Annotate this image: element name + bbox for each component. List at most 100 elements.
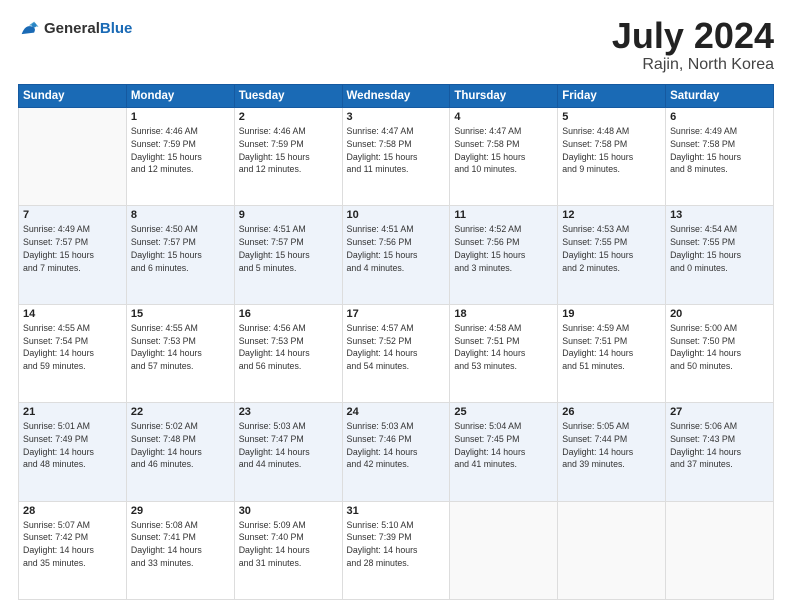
header-wednesday: Wednesday [342, 85, 450, 108]
header-thursday: Thursday [450, 85, 558, 108]
calendar-week-1: 1Sunrise: 4:46 AM Sunset: 7:59 PM Daylig… [19, 108, 774, 206]
day-number: 11 [454, 209, 553, 221]
day-number: 25 [454, 406, 553, 418]
day-info: Sunrise: 5:03 AM Sunset: 7:47 PM Dayligh… [239, 420, 338, 471]
day-info: Sunrise: 4:58 AM Sunset: 7:51 PM Dayligh… [454, 322, 553, 373]
table-row: 20 Sunrise: 5:00 AM Sunset: 7:50 PM Dayli… [666, 304, 774, 402]
day-info: Sunrise: 4:53 AM Sunset: 7:55 PM Dayligh… [562, 223, 661, 274]
day-number: 9 [239, 209, 338, 221]
table-row: 26Sunrise: 5:05 AM Sunset: 7:44 PM Dayli… [558, 403, 666, 501]
header-monday: Monday [126, 85, 234, 108]
day-number: 26 [562, 406, 661, 418]
table-row: 2Sunrise: 4:46 AM Sunset: 7:59 PM Daylig… [234, 108, 342, 206]
table-row: 1Sunrise: 4:46 AM Sunset: 7:59 PM Daylig… [126, 108, 234, 206]
calendar-week-4: 21Sunrise: 5:01 AM Sunset: 7:49 PM Dayli… [19, 403, 774, 501]
table-row: 10 Sunrise: 4:51 AM Sunset: 7:56 PM Dayli… [342, 206, 450, 304]
day-info: Sunrise: 4:56 AM Sunset: 7:53 PM Dayligh… [239, 322, 338, 373]
title-block: July 2024 Rajin, North Korea [612, 18, 774, 74]
day-number: 19 [562, 308, 661, 320]
logo-text: GeneralBlue [44, 20, 132, 38]
day-number: 4 [454, 111, 553, 123]
logo-icon [18, 18, 40, 40]
day-number: 3 [347, 111, 446, 123]
day-info: Sunrise: 4:54 AM Sunset: 7:55 PM Dayligh… [670, 223, 769, 274]
calendar-table: Sunday Monday Tuesday Wednesday Thursday… [18, 84, 774, 600]
table-row: 6Sunrise: 4:49 AM Sunset: 7:58 PM Daylig… [666, 108, 774, 206]
day-info: Sunrise: 4:49 AM Sunset: 7:57 PM Dayligh… [23, 223, 122, 274]
day-info: Sunrise: 4:47 AM Sunset: 7:58 PM Dayligh… [347, 125, 446, 176]
header-saturday: Saturday [666, 85, 774, 108]
table-row: 29Sunrise: 5:08 AM Sunset: 7:41 PM Dayli… [126, 501, 234, 599]
table-row: 9 Sunrise: 4:51 AM Sunset: 7:57 PM Daylig… [234, 206, 342, 304]
calendar-header-row: Sunday Monday Tuesday Wednesday Thursday… [19, 85, 774, 108]
day-info: Sunrise: 4:51 AM Sunset: 7:57 PM Dayligh… [239, 223, 338, 274]
table-row: 25Sunrise: 5:04 AM Sunset: 7:45 PM Dayli… [450, 403, 558, 501]
table-row: 13 Sunrise: 4:54 AM Sunset: 7:55 PM Dayli… [666, 206, 774, 304]
table-row: 8 Sunrise: 4:50 AM Sunset: 7:57 PM Daylig… [126, 206, 234, 304]
day-number: 22 [131, 406, 230, 418]
header-tuesday: Tuesday [234, 85, 342, 108]
table-row: 31 Sunrise: 5:10 AM Sunset: 7:39 PM Dayli… [342, 501, 450, 599]
table-row: 22Sunrise: 5:02 AM Sunset: 7:48 PM Dayli… [126, 403, 234, 501]
day-info: Sunrise: 5:10 AM Sunset: 7:39 PM Dayligh… [347, 519, 446, 570]
day-number: 31 [347, 505, 446, 517]
day-info: Sunrise: 4:51 AM Sunset: 7:56 PM Dayligh… [347, 223, 446, 274]
table-row: 5Sunrise: 4:48 AM Sunset: 7:58 PM Daylig… [558, 108, 666, 206]
day-info: Sunrise: 4:57 AM Sunset: 7:52 PM Dayligh… [347, 322, 446, 373]
table-row: 28Sunrise: 5:07 AM Sunset: 7:42 PM Dayli… [19, 501, 127, 599]
day-info: Sunrise: 5:06 AM Sunset: 7:43 PM Dayligh… [670, 420, 769, 471]
table-row: 15Sunrise: 4:55 AM Sunset: 7:53 PM Dayli… [126, 304, 234, 402]
day-number: 20 [670, 308, 769, 320]
day-number: 23 [239, 406, 338, 418]
day-number: 14 [23, 308, 122, 320]
header: GeneralBlue July 2024 Rajin, North Korea [18, 18, 774, 74]
table-row: 23 Sunrise: 5:03 AM Sunset: 7:47 PM Dayli… [234, 403, 342, 501]
day-info: Sunrise: 4:52 AM Sunset: 7:56 PM Dayligh… [454, 223, 553, 274]
title-location: Rajin, North Korea [612, 56, 774, 74]
day-number: 8 [131, 209, 230, 221]
day-info: Sunrise: 5:01 AM Sunset: 7:49 PM Dayligh… [23, 420, 122, 471]
day-number: 10 [347, 209, 446, 221]
day-number: 13 [670, 209, 769, 221]
day-info: Sunrise: 5:07 AM Sunset: 7:42 PM Dayligh… [23, 519, 122, 570]
table-row: 21Sunrise: 5:01 AM Sunset: 7:49 PM Dayli… [19, 403, 127, 501]
table-row: 27 Sunrise: 5:06 AM Sunset: 7:43 PM Dayli… [666, 403, 774, 501]
day-number: 29 [131, 505, 230, 517]
day-number: 24 [347, 406, 446, 418]
day-info: Sunrise: 4:50 AM Sunset: 7:57 PM Dayligh… [131, 223, 230, 274]
day-info: Sunrise: 5:03 AM Sunset: 7:46 PM Dayligh… [347, 420, 446, 471]
day-info: Sunrise: 4:55 AM Sunset: 7:54 PM Dayligh… [23, 322, 122, 373]
table-row [450, 501, 558, 599]
page: GeneralBlue July 2024 Rajin, North Korea… [0, 0, 792, 612]
table-row: 14 Sunrise: 4:55 AM Sunset: 7:54 PM Dayli… [19, 304, 127, 402]
logo: GeneralBlue [18, 18, 132, 40]
table-row: 16 Sunrise: 4:56 AM Sunset: 7:53 PM Dayli… [234, 304, 342, 402]
table-row [19, 108, 127, 206]
day-number: 12 [562, 209, 661, 221]
day-number: 30 [239, 505, 338, 517]
day-number: 16 [239, 308, 338, 320]
table-row: 30 Sunrise: 5:09 AM Sunset: 7:40 PM Dayli… [234, 501, 342, 599]
calendar-week-3: 14 Sunrise: 4:55 AM Sunset: 7:54 PM Dayli… [19, 304, 774, 402]
day-info: Sunrise: 4:47 AM Sunset: 7:58 PM Dayligh… [454, 125, 553, 176]
table-row: 11 Sunrise: 4:52 AM Sunset: 7:56 PM Dayli… [450, 206, 558, 304]
day-number: 15 [131, 308, 230, 320]
day-info: Sunrise: 5:00 AM Sunset: 7:50 PM Dayligh… [670, 322, 769, 373]
day-number: 17 [347, 308, 446, 320]
day-number: 6 [670, 111, 769, 123]
day-number: 27 [670, 406, 769, 418]
table-row: 24 Sunrise: 5:03 AM Sunset: 7:46 PM Dayli… [342, 403, 450, 501]
day-info: Sunrise: 5:09 AM Sunset: 7:40 PM Dayligh… [239, 519, 338, 570]
calendar-week-5: 28Sunrise: 5:07 AM Sunset: 7:42 PM Dayli… [19, 501, 774, 599]
header-friday: Friday [558, 85, 666, 108]
day-number: 18 [454, 308, 553, 320]
day-info: Sunrise: 4:59 AM Sunset: 7:51 PM Dayligh… [562, 322, 661, 373]
table-row: 4 Sunrise: 4:47 AM Sunset: 7:58 PM Daylig… [450, 108, 558, 206]
title-month: July 2024 [612, 18, 774, 54]
header-sunday: Sunday [19, 85, 127, 108]
table-row: 12 Sunrise: 4:53 AM Sunset: 7:55 PM Dayli… [558, 206, 666, 304]
table-row [666, 501, 774, 599]
calendar-week-2: 7Sunrise: 4:49 AM Sunset: 7:57 PM Daylig… [19, 206, 774, 304]
table-row [558, 501, 666, 599]
day-info: Sunrise: 4:46 AM Sunset: 7:59 PM Dayligh… [131, 125, 230, 176]
